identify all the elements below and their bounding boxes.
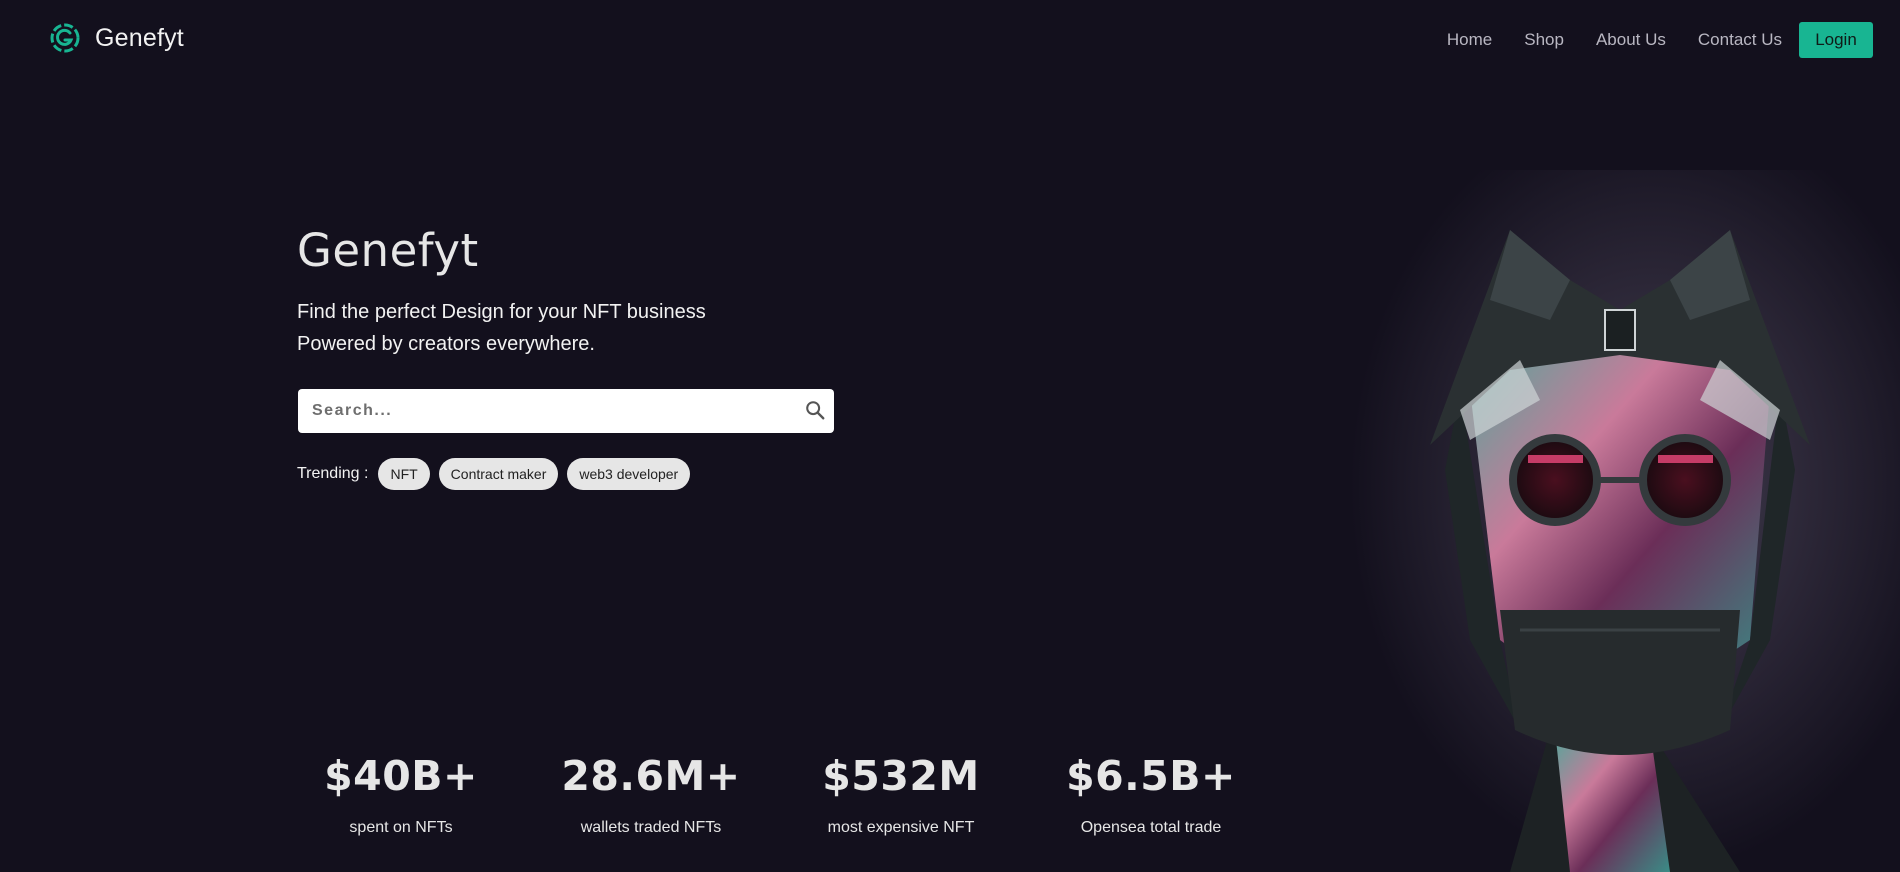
stat-value: $532M	[822, 752, 980, 800]
trending-tags: Trending : NFT Contract maker web3 devel…	[297, 458, 699, 490]
hero-title: Genefyt	[297, 224, 479, 277]
brand-logo[interactable]: Genefyt	[49, 22, 184, 54]
search-input[interactable]	[298, 389, 806, 433]
stat-label: wallets traded NFTs	[580, 819, 722, 836]
trending-label: Trending :	[297, 465, 369, 482]
stat-item: $6.5B+ Opensea total trade	[1041, 752, 1261, 837]
stat-item: $40B+ spent on NFTs	[291, 752, 511, 837]
stat-value: $6.5B+	[1066, 752, 1236, 800]
brand-name: Genefyt	[95, 23, 184, 52]
hero-section: Genefyt Find the perfect Design for your…	[297, 224, 706, 360]
stat-label: most expensive NFT	[827, 819, 975, 836]
hero-tagline-2: Powered by creators everywhere.	[297, 333, 595, 355]
stat-label: spent on NFTs	[349, 819, 453, 836]
trending-tag-web3-developer[interactable]: web3 developer	[567, 458, 691, 490]
stat-value: $40B+	[324, 752, 478, 800]
nav-home[interactable]: Home	[1447, 30, 1492, 50]
stat-value: 28.6M+	[561, 752, 741, 800]
hero-subtitle: Find the perfect Design for your NFT bus…	[297, 296, 706, 360]
stat-label: Opensea total trade	[1080, 819, 1222, 836]
main-nav: Home Shop About Us Contact Us Login	[1447, 22, 1873, 58]
stat-item: 28.6M+ wallets traded NFTs	[541, 752, 761, 837]
search-icon[interactable]	[804, 399, 826, 421]
nft-character-illustration	[1350, 170, 1900, 872]
trending-tag-nft[interactable]: NFT	[378, 458, 430, 490]
trending-tag-contract-maker[interactable]: Contract maker	[438, 458, 559, 490]
genefyt-logo-icon	[50, 23, 80, 53]
search-bar	[298, 389, 834, 433]
nav-contact-us[interactable]: Contact Us	[1698, 30, 1782, 50]
stat-item: $532M most expensive NFT	[791, 752, 1011, 837]
nav-about-us[interactable]: About Us	[1596, 30, 1666, 50]
hero-tagline-1: Find the perfect Design for your NFT bus…	[297, 301, 706, 323]
login-button[interactable]: Login	[1799, 22, 1873, 58]
nav-shop[interactable]: Shop	[1524, 30, 1564, 50]
